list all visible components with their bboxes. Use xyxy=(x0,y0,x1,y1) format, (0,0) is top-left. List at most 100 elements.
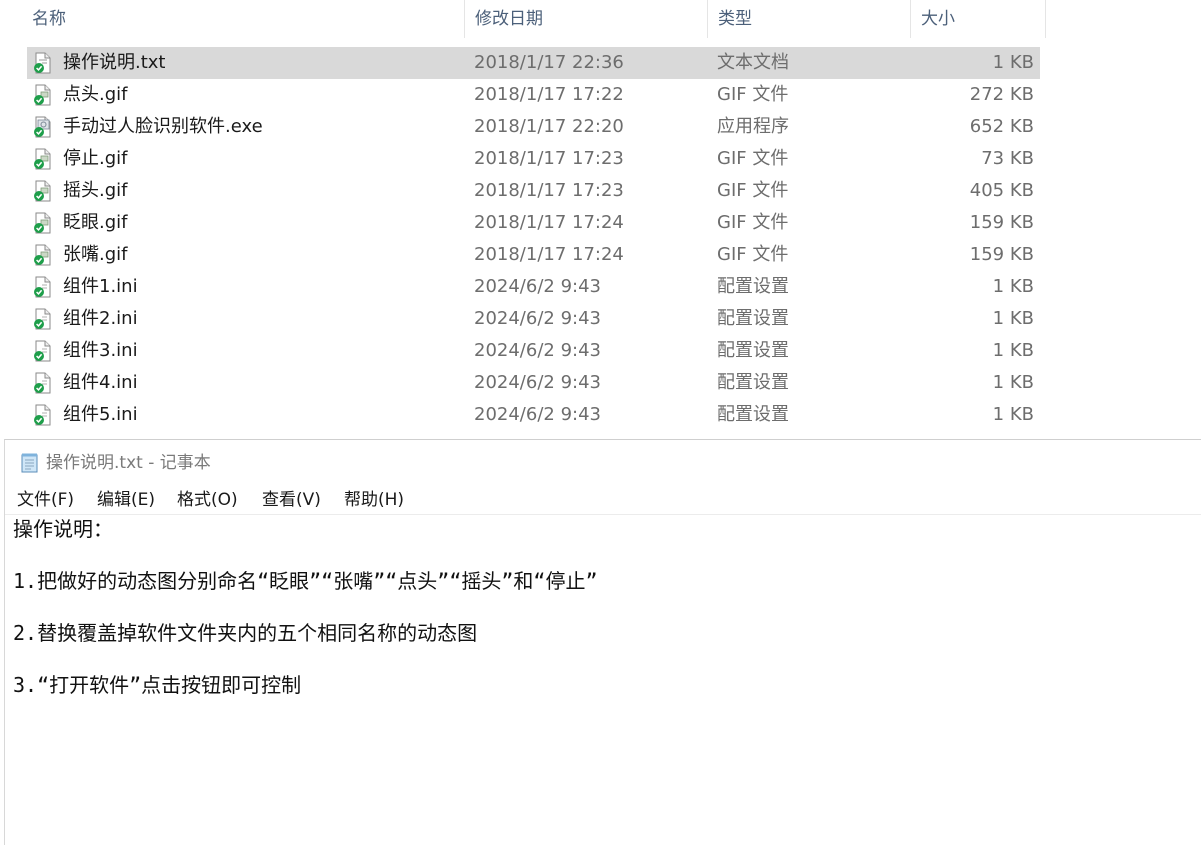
file-row[interactable]: 张嘴.gif 2018/1/17 17:24 GIF 文件 159 KB xyxy=(27,239,1040,271)
ini-file-icon xyxy=(33,276,53,298)
notepad-text-area[interactable]: 操作说明： 1.把做好的动态图分别命名“眨眼”“张嘴”“点头”“摇头”和“停止”… xyxy=(13,516,1201,698)
file-name: 组件1.ini xyxy=(63,276,138,297)
image-file-icon xyxy=(33,148,53,170)
file-name: 停止.gif xyxy=(63,148,128,169)
file-name: 组件2.ini xyxy=(63,308,138,329)
file-size: 1 KB xyxy=(992,404,1034,425)
menu-bar: 文件(F) 编辑(E) 格式(O) 查看(V) 帮助(H) xyxy=(5,486,1201,515)
ini-file-icon xyxy=(33,404,53,426)
file-date: 2024/6/2 9:43 xyxy=(474,372,601,393)
file-type: 配置设置 xyxy=(717,308,789,329)
file-name: 摇头.gif xyxy=(63,180,128,201)
file-list: 操作说明.txt 2018/1/17 22:36 文本文档 1 KB 点头.gif 20… xyxy=(27,47,1040,431)
file-name: 组件4.ini xyxy=(63,372,138,393)
file-name: 眨眼.gif xyxy=(63,212,128,233)
notepad-title: 操作说明.txt - 记事本 xyxy=(46,453,211,473)
file-date: 2018/1/17 17:24 xyxy=(474,212,624,233)
file-name: 张嘴.gif xyxy=(63,244,128,265)
file-row[interactable]: 手动过人脸识别软件.exe 2018/1/17 22:20 应用程序 652 KB xyxy=(27,111,1040,143)
file-row[interactable]: 组件2.ini 2024/6/2 9:43 配置设置 1 KB xyxy=(27,303,1040,335)
ini-file-icon xyxy=(33,340,53,362)
file-size: 1 KB xyxy=(992,52,1034,73)
text-line: 3.“打开软件”点击按钮即可控制 xyxy=(13,673,302,697)
file-date: 2024/6/2 9:43 xyxy=(474,340,601,361)
file-size: 405 KB xyxy=(969,180,1034,201)
image-file-icon xyxy=(33,180,53,202)
text-line: 1.把做好的动态图分别命名“眨眼”“张嘴”“点头”“摇头”和“停止” xyxy=(13,569,598,593)
file-type: 配置设置 xyxy=(717,276,789,297)
file-size: 272 KB xyxy=(969,84,1034,105)
file-row[interactable]: 停止.gif 2018/1/17 17:23 GIF 文件 73 KB xyxy=(27,143,1040,175)
file-type: 配置设置 xyxy=(717,340,789,361)
column-type-header[interactable]: 类型 xyxy=(708,0,911,38)
file-size: 1 KB xyxy=(992,372,1034,393)
file-row[interactable]: 操作说明.txt 2018/1/17 22:36 文本文档 1 KB xyxy=(27,47,1040,79)
file-name: 组件3.ini xyxy=(63,340,138,361)
file-size: 159 KB xyxy=(969,244,1034,265)
ini-file-icon xyxy=(33,308,53,330)
column-size-label: 大小 xyxy=(921,9,955,29)
file-date: 2018/1/17 17:22 xyxy=(474,84,624,105)
file-type: 文本文档 xyxy=(717,52,789,73)
image-file-icon xyxy=(33,244,53,266)
file-row[interactable]: 组件1.ini 2024/6/2 9:43 配置设置 1 KB xyxy=(27,271,1040,303)
file-size: 159 KB xyxy=(969,212,1034,233)
menu-file[interactable]: 文件(F) xyxy=(17,486,74,514)
file-explorer: 名称 ⌃ 修改日期 类型 大小 操作说明.txt 2018/1/17 22:36 文… xyxy=(0,0,1201,438)
ini-file-icon xyxy=(33,372,53,394)
file-date: 2018/1/17 17:23 xyxy=(474,180,624,201)
file-type: 配置设置 xyxy=(717,404,789,425)
notepad-window: 操作说明.txt - 记事本 文件(F) 编辑(E) 格式(O) 查看(V) 帮… xyxy=(4,439,1201,845)
image-file-icon xyxy=(33,84,53,106)
file-name: 手动过人脸识别软件.exe xyxy=(63,116,263,137)
image-file-icon xyxy=(33,212,53,234)
column-type-label: 类型 xyxy=(718,9,752,29)
file-date: 2024/6/2 9:43 xyxy=(474,276,601,297)
menu-view[interactable]: 查看(V) xyxy=(262,486,321,514)
column-date-header[interactable]: 修改日期 xyxy=(465,0,708,38)
text-line: 2.替换覆盖掉软件文件夹内的五个相同名称的动态图 xyxy=(13,621,478,645)
file-type: GIF 文件 xyxy=(717,180,789,201)
sort-up-icon: ⌃ xyxy=(258,0,268,8)
file-size: 1 KB xyxy=(992,308,1034,329)
file-date: 2018/1/17 22:36 xyxy=(474,52,624,73)
file-date: 2024/6/2 9:43 xyxy=(474,308,601,329)
column-name-header[interactable]: 名称 ⌃ xyxy=(22,0,465,38)
file-size: 1 KB xyxy=(992,276,1034,297)
file-date: 2018/1/17 17:23 xyxy=(474,148,624,169)
file-type: GIF 文件 xyxy=(717,148,789,169)
file-size: 1 KB xyxy=(992,340,1034,361)
column-date-label: 修改日期 xyxy=(475,9,543,29)
column-name-label: 名称 xyxy=(32,9,66,29)
menu-edit[interactable]: 编辑(E) xyxy=(97,486,155,514)
file-row[interactable]: 组件3.ini 2024/6/2 9:43 配置设置 1 KB xyxy=(27,335,1040,367)
menu-help[interactable]: 帮助(H) xyxy=(344,486,404,514)
file-type: GIF 文件 xyxy=(717,212,789,233)
file-row[interactable]: 点头.gif 2018/1/17 17:22 GIF 文件 272 KB xyxy=(27,79,1040,111)
file-date: 2018/1/17 22:20 xyxy=(474,116,624,137)
file-row[interactable]: 摇头.gif 2018/1/17 17:23 GIF 文件 405 KB xyxy=(27,175,1040,207)
notepad-icon xyxy=(21,453,38,473)
notepad-title-bar[interactable]: 操作说明.txt - 记事本 xyxy=(19,450,211,476)
file-date: 2024/6/2 9:43 xyxy=(474,404,601,425)
file-size: 652 KB xyxy=(969,116,1034,137)
file-type: GIF 文件 xyxy=(717,84,789,105)
text-line: 操作说明： xyxy=(13,517,113,541)
text-file-icon xyxy=(33,52,53,74)
file-row[interactable]: 眨眼.gif 2018/1/17 17:24 GIF 文件 159 KB xyxy=(27,207,1040,239)
file-row[interactable]: 组件4.ini 2024/6/2 9:43 配置设置 1 KB xyxy=(27,367,1040,399)
file-name: 组件5.ini xyxy=(63,404,138,425)
column-size-header[interactable]: 大小 xyxy=(911,0,1046,38)
file-size: 73 KB xyxy=(981,148,1034,169)
file-date: 2018/1/17 17:24 xyxy=(474,244,624,265)
file-name: 操作说明.txt xyxy=(63,52,166,73)
file-row[interactable]: 组件5.ini 2024/6/2 9:43 配置设置 1 KB xyxy=(27,399,1040,431)
file-type: 配置设置 xyxy=(717,372,789,393)
menu-format[interactable]: 格式(O) xyxy=(177,486,238,514)
column-header: 名称 ⌃ 修改日期 类型 大小 xyxy=(0,0,1046,38)
file-type: 应用程序 xyxy=(717,116,789,137)
file-type: GIF 文件 xyxy=(717,244,789,265)
